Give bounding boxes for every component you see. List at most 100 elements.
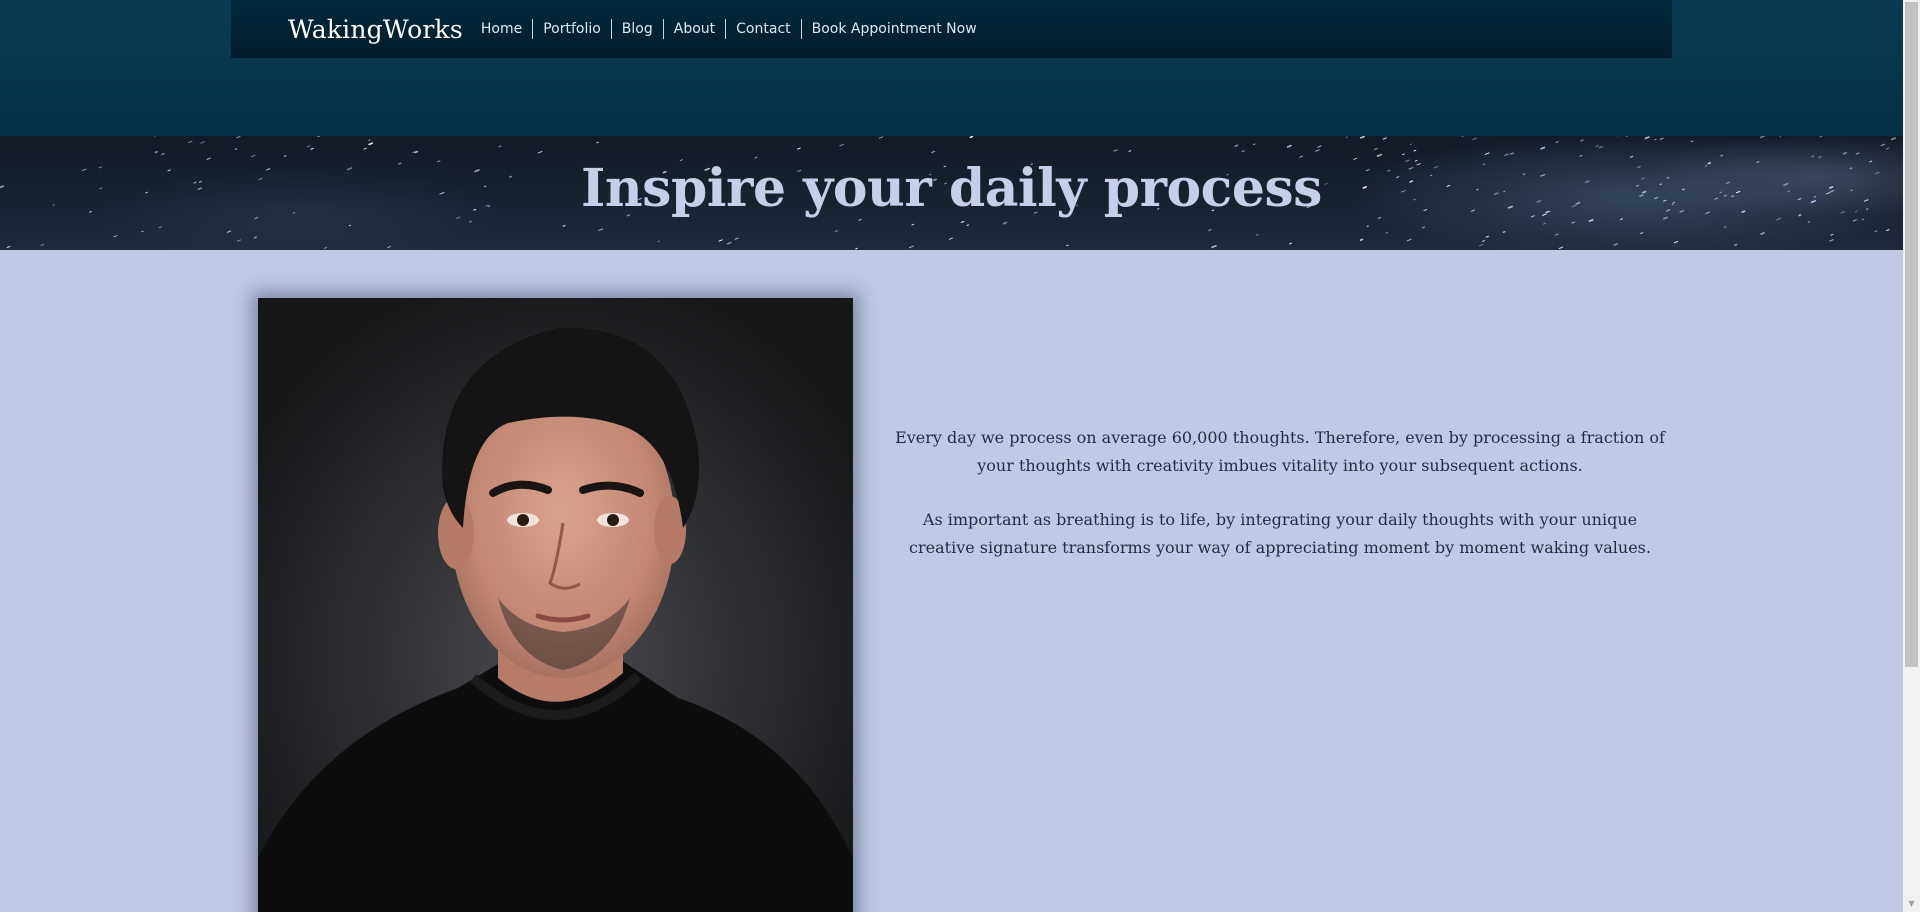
nav-about-link[interactable]: About (664, 19, 727, 39)
scrollbar-thumb[interactable] (1905, 2, 1918, 667)
star-mark (960, 220, 965, 223)
nav-book-appointment-link[interactable]: Book Appointment Now (802, 19, 987, 39)
nav-home-link[interactable]: Home (471, 19, 534, 39)
star-mark (1504, 153, 1509, 156)
intro-paragraph-2: As important as breathing is to life, by… (909, 510, 1651, 557)
star-mark (1855, 152, 1860, 155)
star-mark (1654, 138, 1657, 141)
star-mark (1885, 147, 1890, 150)
star-mark (1852, 219, 1857, 222)
star-mark (498, 145, 502, 148)
star-mark (154, 151, 158, 154)
star-mark (236, 136, 241, 139)
star-mark (726, 241, 732, 245)
nav-blog-link[interactable]: Blog (612, 19, 664, 39)
star-mark (1673, 241, 1679, 244)
intro-text: Every day we process on average 60,000 t… (895, 424, 1665, 588)
star-mark (40, 243, 45, 246)
star-mark (1540, 146, 1546, 150)
star-mark (323, 246, 328, 249)
star-mark (387, 245, 392, 249)
star-mark (1760, 232, 1765, 235)
star-mark (1481, 240, 1486, 242)
star-mark (1830, 233, 1834, 236)
star-mark (1256, 233, 1259, 236)
star-mark (1066, 244, 1069, 247)
star-mark (855, 247, 858, 250)
star-mark (878, 136, 884, 139)
star-mark (1241, 150, 1245, 153)
star-mark (1558, 246, 1564, 250)
star-mark (1373, 147, 1378, 151)
star-mark (1406, 238, 1412, 242)
star-mark (234, 148, 238, 150)
star-mark (537, 151, 543, 154)
star-mark (1317, 145, 1322, 148)
star-mark (1113, 149, 1118, 152)
star-mark (1376, 153, 1383, 157)
star-mark (1598, 145, 1604, 149)
star-mark (1734, 243, 1738, 247)
hero-title: Inspire your daily process (581, 158, 1322, 219)
star-mark (1811, 155, 1815, 158)
star-mark (1208, 229, 1212, 232)
star-mark (1211, 245, 1217, 249)
star-mark (363, 147, 367, 150)
star-mark (1345, 136, 1349, 139)
star-mark (734, 237, 739, 240)
star-mark (1478, 243, 1484, 247)
star-mark (1315, 149, 1320, 152)
star-mark (1542, 222, 1546, 225)
site-logo[interactable]: WakingWorks (288, 17, 463, 42)
star-mark (1409, 143, 1413, 146)
star-mark (161, 153, 165, 156)
star-mark (113, 235, 118, 238)
star-mark (1842, 151, 1847, 155)
portrait-photo (258, 298, 853, 912)
star-mark (839, 143, 844, 147)
star-mark (1571, 221, 1576, 224)
star-mark (310, 147, 314, 150)
star-mark (1886, 229, 1890, 232)
scroll-down-arrow-icon[interactable]: ▼ (1903, 895, 1920, 912)
star-mark (250, 154, 256, 158)
star-mark (797, 147, 801, 150)
star-mark (1880, 143, 1886, 147)
star-mark (158, 226, 162, 229)
star-mark (1759, 136, 1765, 139)
star-mark (1890, 137, 1896, 141)
star-mark (1359, 238, 1364, 241)
star-mark (1659, 137, 1664, 140)
star-mark (1829, 239, 1834, 242)
nav-links: Home Portfolio Blog About Contact Book A… (471, 19, 987, 39)
star-mark (1289, 242, 1292, 245)
star-mark (188, 140, 193, 144)
star-mark (948, 237, 953, 240)
star-mark (368, 142, 374, 146)
star-mark (834, 230, 838, 233)
page-viewport: WakingWorks Home Portfolio Blog About Co… (0, 0, 1903, 912)
star-mark (1359, 136, 1365, 139)
nav-contact-link[interactable]: Contact (726, 19, 802, 39)
star-mark (596, 141, 599, 144)
star-mark (1613, 243, 1618, 246)
nav-portfolio-link[interactable]: Portfolio (533, 19, 612, 39)
star-mark (1580, 139, 1584, 142)
star-mark (469, 220, 472, 223)
star-mark (1588, 219, 1594, 222)
star-mark (911, 223, 915, 226)
star-mark (1644, 136, 1650, 140)
star-mark (1484, 152, 1490, 155)
star-mark (908, 245, 914, 249)
star-mark (1807, 221, 1810, 223)
star-mark (226, 230, 232, 233)
star-mark (1874, 230, 1878, 233)
vertical-scrollbar[interactable]: ▲ ▼ (1903, 0, 1920, 912)
star-mark (1720, 154, 1724, 157)
star-mark (718, 239, 723, 242)
site-header: WakingWorks Home Portfolio Blog About Co… (0, 0, 1903, 136)
star-mark (562, 224, 566, 227)
star-mark (253, 236, 257, 239)
star-mark (1554, 233, 1559, 236)
star-mark (200, 141, 205, 144)
